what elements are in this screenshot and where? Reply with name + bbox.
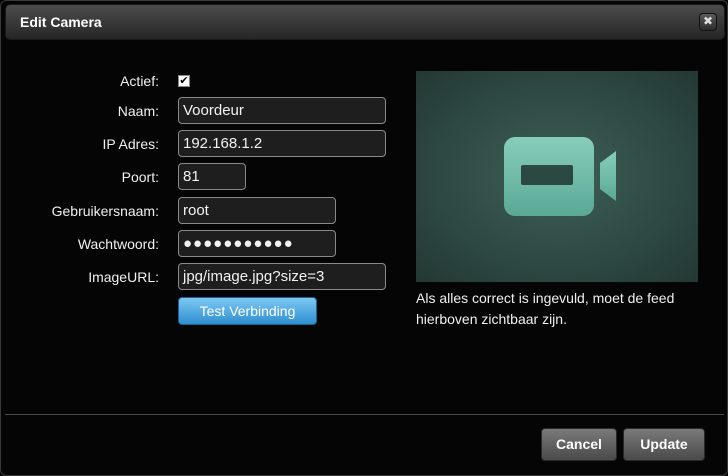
dialog-titlebar[interactable]: Edit Camera ✖ (5, 4, 725, 40)
port-label: Poort: (121, 169, 159, 185)
username-field[interactable]: root (178, 197, 336, 224)
edit-camera-dialog: Edit Camera ✖ Actief: ✔ Naam: Voordeur I… (0, 0, 728, 476)
test-connection-button[interactable]: Test Verbinding (178, 297, 317, 325)
dialog-title: Edit Camera (20, 14, 102, 30)
update-button[interactable]: Update (623, 428, 705, 461)
username-label: Gebruikersnaam: (51, 203, 159, 219)
name-label: Naam: (117, 103, 159, 119)
footer-divider (5, 414, 724, 415)
name-field[interactable]: Voordeur (178, 97, 386, 124)
image-url-field[interactable]: jpg/image.jpg?size=3 (178, 263, 386, 290)
password-label: Wachtwoord: (77, 236, 159, 252)
cancel-button[interactable]: Cancel (541, 428, 617, 461)
password-field[interactable]: ●●●●●●●●●●● (178, 230, 336, 257)
camera-preview (416, 71, 698, 282)
close-icon[interactable]: ✖ (699, 13, 717, 31)
preview-hint: Als alles correct is ingevuld, moet de f… (416, 290, 675, 327)
port-field[interactable]: 81 (178, 163, 246, 190)
active-label: Actief: (120, 73, 159, 89)
ip-field[interactable]: 192.168.1.2 (178, 130, 386, 157)
ip-label: IP Adres: (102, 136, 159, 152)
active-checkbox[interactable]: ✔ (178, 75, 190, 87)
image-url-label: ImageURL: (88, 269, 159, 285)
video-camera-icon (504, 137, 616, 216)
